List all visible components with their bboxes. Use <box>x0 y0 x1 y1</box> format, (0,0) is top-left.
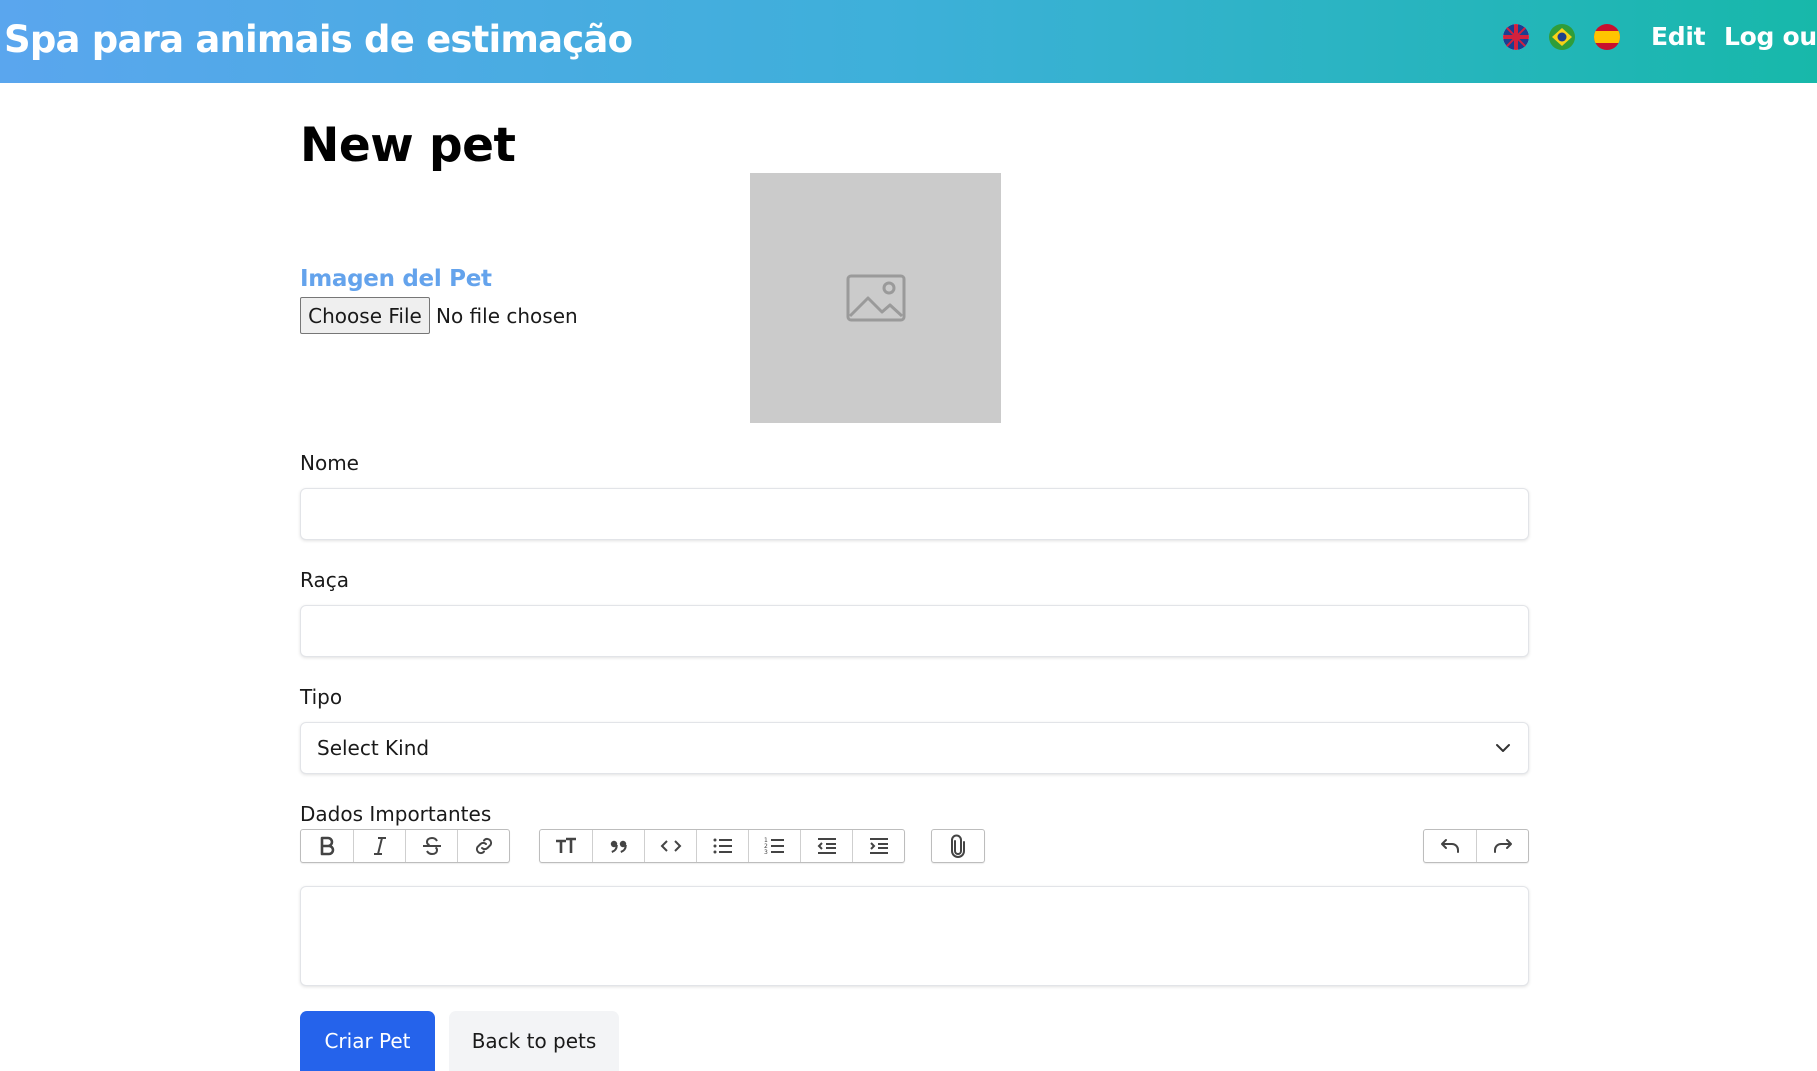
text-tools-group <box>300 829 510 863</box>
notes-editor[interactable] <box>300 886 1529 986</box>
brazil-flag-icon[interactable] <box>1549 24 1575 50</box>
numbered-list-icon[interactable]: 123 <box>748 830 800 862</box>
kind-label: Tipo <box>300 685 343 709</box>
heading-icon[interactable] <box>540 830 592 862</box>
undo-icon[interactable] <box>1424 830 1476 862</box>
kind-select-value: Select Kind <box>317 736 430 760</box>
logout-link[interactable]: Log out <box>1724 22 1817 51</box>
breed-label: Raça <box>300 568 349 592</box>
bold-icon[interactable] <box>301 830 353 862</box>
file-input: Choose File No file chosen <box>300 297 578 334</box>
bullet-list-icon[interactable] <box>696 830 748 862</box>
name-label: Nome <box>300 451 359 475</box>
image-placeholder-icon <box>846 274 905 322</box>
name-input[interactable] <box>300 488 1529 540</box>
create-pet-button[interactable]: Criar Pet <box>300 1011 435 1071</box>
block-tools-group: 123 <box>539 829 905 863</box>
breed-input[interactable] <box>300 605 1529 657</box>
file-tools-group <box>931 829 985 863</box>
file-status: No file chosen <box>436 303 578 328</box>
link-icon[interactable] <box>457 830 509 862</box>
attach-file-icon[interactable] <box>932 830 984 862</box>
spain-flag-icon[interactable] <box>1594 24 1620 50</box>
history-tools-group <box>1423 829 1529 863</box>
quote-icon[interactable] <box>592 830 644 862</box>
image-upload-label: Imagen del Pet <box>300 266 492 292</box>
navbar: Spa para animais de estimação Edit Log o… <box>0 0 1817 83</box>
strikethrough-icon[interactable] <box>405 830 457 862</box>
italic-icon[interactable] <box>353 830 405 862</box>
chevron-down-icon <box>1496 744 1510 752</box>
decrease-indent-icon[interactable] <box>800 830 852 862</box>
increase-indent-icon[interactable] <box>852 830 904 862</box>
uk-flag-icon[interactable] <box>1503 24 1529 50</box>
svg-text:3: 3 <box>764 849 768 856</box>
kind-select[interactable]: Select Kind <box>300 722 1529 774</box>
edit-link[interactable]: Edit <box>1651 22 1706 51</box>
code-icon[interactable] <box>644 830 696 862</box>
brand-title[interactable]: Spa para animais de estimação <box>4 18 633 61</box>
notes-label: Dados Importantes <box>300 802 492 826</box>
image-preview <box>750 173 1001 423</box>
redo-icon[interactable] <box>1476 830 1528 862</box>
choose-file-button[interactable]: Choose File <box>300 297 430 334</box>
back-to-pets-button[interactable]: Back to pets <box>449 1011 619 1071</box>
page-title: New pet <box>300 118 516 173</box>
